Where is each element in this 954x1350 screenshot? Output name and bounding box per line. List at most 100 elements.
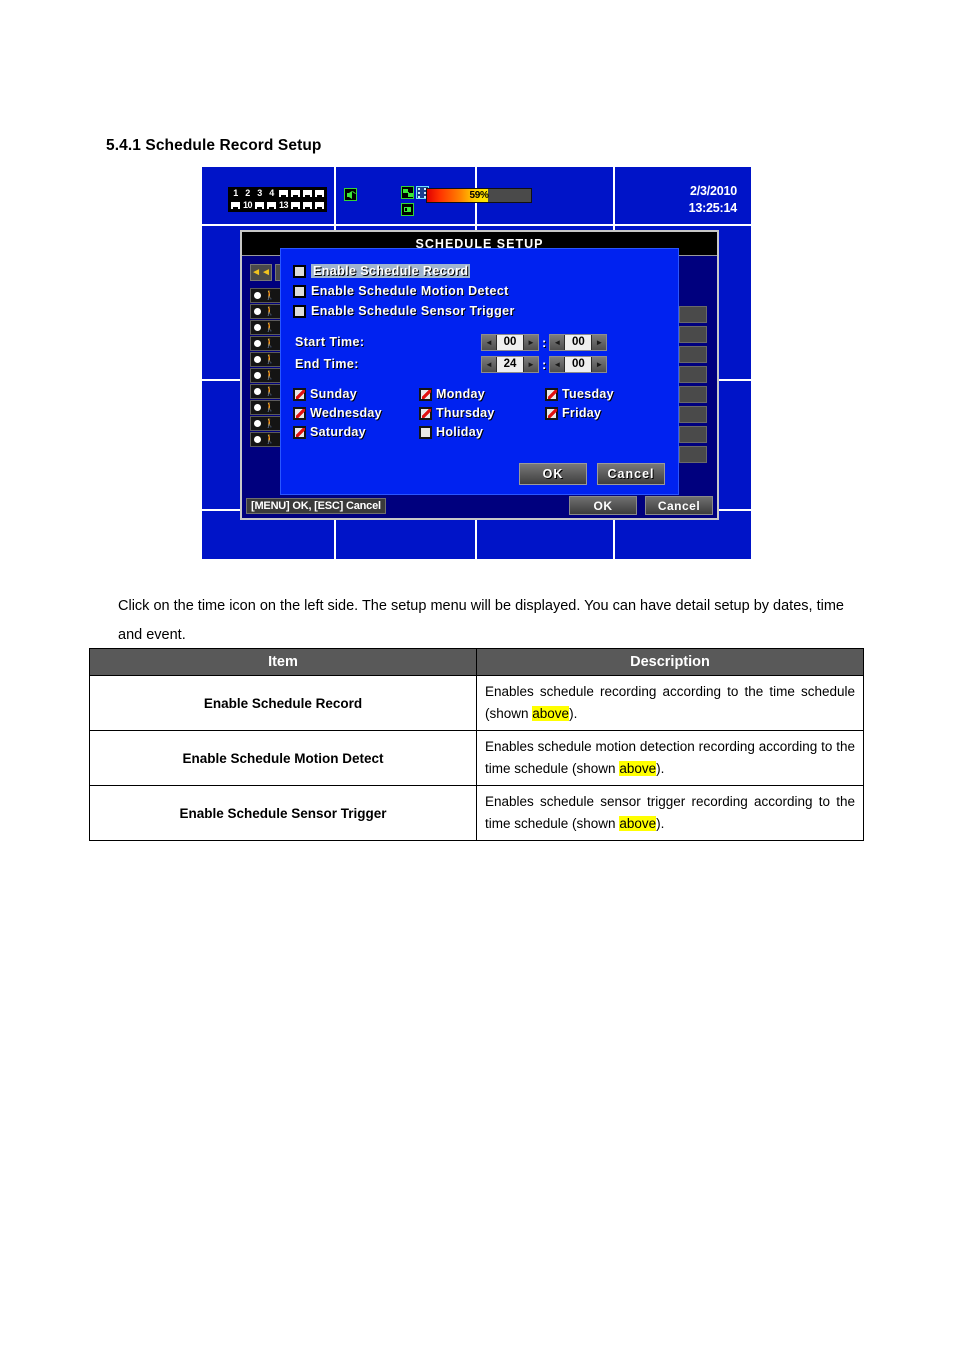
checkbox-holiday[interactable] (419, 425, 432, 439)
background-ok-button[interactable]: OK (569, 496, 637, 515)
table-header-row: Item Description (89, 648, 864, 676)
grid-divider-h1 (202, 224, 751, 226)
schedule-slot[interactable] (679, 446, 707, 463)
start-minute-value[interactable]: 00 (564, 334, 593, 350)
checkbox-sunday[interactable] (293, 387, 306, 401)
channel-label-2: 2 (245, 188, 250, 198)
option-label: Enable Schedule Record (311, 264, 471, 278)
option-enable-schedule-record[interactable]: Enable Schedule Record (293, 261, 678, 281)
motion-person-icon: 🚶 (264, 434, 276, 444)
column-header-item: Item (89, 648, 477, 676)
start-time-row: Start Time: ◄ 00 ► : ◄ 00 ► (295, 331, 678, 353)
end-minute-value[interactable]: 00 (564, 356, 593, 372)
channel-box-15 (302, 201, 313, 210)
hdd-usage-progress-bar: 59% (426, 188, 532, 203)
chevron-right-icon[interactable]: ► (592, 334, 607, 350)
day-sunday[interactable]: Sunday (293, 387, 419, 401)
table-row: Enable Schedule Sensor Trigger Enables s… (89, 785, 864, 841)
option-label: Enable Schedule Motion Detect (311, 284, 509, 298)
day-holiday[interactable]: Holiday (419, 425, 545, 439)
channel-box-11 (254, 201, 265, 210)
background-cancel-button[interactable]: Cancel (645, 496, 713, 515)
checkbox-wednesday[interactable] (293, 406, 306, 420)
schedule-slot[interactable] (679, 346, 707, 363)
end-hour-stepper[interactable]: ◄ 24 ► (481, 355, 539, 373)
day-monday[interactable]: Monday (419, 387, 545, 401)
end-hour-value[interactable]: 24 (496, 356, 524, 372)
channel-box-8 (314, 189, 325, 198)
channel-label-4: 4 (269, 188, 274, 198)
channel-box-7 (302, 189, 313, 198)
start-hour-stepper[interactable]: ◄ 00 ► (481, 333, 539, 351)
schedule-right-list (679, 306, 707, 463)
dialog-buttons: OK Cancel (519, 463, 665, 485)
day-friday[interactable]: Friday (545, 406, 665, 420)
checkbox-tuesday[interactable] (545, 387, 558, 401)
chevron-right-icon[interactable]: ► (524, 356, 538, 372)
motion-person-icon: 🚶 (264, 290, 276, 300)
checkbox-monday[interactable] (419, 387, 432, 401)
column-header-description: Description (476, 648, 864, 676)
dvr-screenshot: 1 2 3 4 10 13 59% 2/3/2010 13:25:14 SCHE… (202, 167, 751, 559)
start-hour-value[interactable]: 00 (496, 334, 524, 350)
schedule-slot[interactable] (679, 406, 707, 423)
checkbox-enable-schedule-motion-detect[interactable] (293, 284, 306, 298)
day-thursday[interactable]: Thursday (419, 406, 545, 420)
schedule-window-buttons: OK Cancel (569, 496, 713, 515)
checkbox-enable-schedule-record[interactable] (293, 264, 306, 278)
end-time-label: End Time: (295, 357, 359, 371)
day-label: Sunday (310, 387, 357, 401)
checkbox-saturday[interactable] (293, 425, 306, 439)
day-label: Friday (562, 406, 602, 420)
channel-box-16 (314, 201, 325, 210)
record-dot-icon (254, 388, 261, 395)
dialog-ok-button[interactable]: OK (519, 463, 587, 485)
record-dot-icon (254, 340, 261, 347)
channel-box-9 (230, 201, 241, 210)
day-saturday[interactable]: Saturday (293, 425, 419, 439)
channel-row-2: 10 13 (230, 200, 325, 211)
desc-text-highlight: above (532, 706, 570, 721)
record-dot-icon (254, 308, 261, 315)
schedule-slot[interactable] (679, 366, 707, 383)
schedule-slot[interactable] (679, 306, 707, 323)
desc-text-highlight: above (619, 816, 657, 831)
schedule-slot[interactable] (679, 326, 707, 343)
checkbox-friday[interactable] (545, 406, 558, 420)
day-wednesday[interactable]: Wednesday (293, 406, 419, 420)
start-minute-stepper[interactable]: ◄ 00 ► (549, 333, 608, 351)
end-time-row: End Time: ◄ 24 ► : ◄ 00 ► (295, 353, 678, 375)
speaker-mute-icon (344, 188, 357, 201)
motion-person-icon: 🚶 (264, 370, 276, 380)
checkbox-enable-schedule-sensor-trigger[interactable] (293, 304, 306, 318)
option-enable-schedule-sensor-trigger[interactable]: Enable Schedule Sensor Trigger (293, 301, 678, 321)
schedule-slot[interactable] (679, 426, 707, 443)
table-cell-item: Enable Schedule Motion Detect (89, 730, 477, 786)
record-dot-icon (254, 404, 261, 411)
rewind-icon[interactable]: ◄◄ (250, 264, 272, 281)
hdd-icon (401, 203, 414, 216)
chevron-right-icon[interactable]: ► (524, 334, 538, 350)
time-settings-section: Start Time: ◄ 00 ► : ◄ 00 ► End Time: ◄ … (281, 331, 678, 375)
motion-person-icon: 🚶 (264, 386, 276, 396)
keyboard-hint: [MENU] OK, [ESC] Cancel (246, 497, 386, 514)
chevron-left-icon[interactable]: ◄ (550, 334, 565, 350)
dialog-cancel-button[interactable]: Cancel (597, 463, 665, 485)
checkbox-thursday[interactable] (419, 406, 432, 420)
chevron-left-icon[interactable]: ◄ (550, 356, 565, 372)
chevron-right-icon[interactable]: ► (592, 356, 607, 372)
option-enable-schedule-motion-detect[interactable]: Enable Schedule Motion Detect (293, 281, 678, 301)
motion-person-icon: 🚶 (264, 402, 276, 412)
record-dot-icon (254, 372, 261, 379)
day-tuesday[interactable]: Tuesday (545, 387, 665, 401)
date-text: 2/3/2010 (689, 184, 737, 198)
chevron-left-icon[interactable]: ◄ (482, 334, 496, 350)
channel-label-1: 1 (233, 188, 238, 198)
chevron-left-icon[interactable]: ◄ (482, 356, 496, 372)
schedule-record-dialog: Enable Schedule Record Enable Schedule M… (280, 248, 679, 495)
channel-box-14 (290, 201, 301, 210)
desc-text-post: ). (656, 816, 665, 831)
desc-text-pre: Enables schedule sensor trigger recordin… (485, 794, 855, 831)
end-minute-stepper[interactable]: ◄ 00 ► (549, 355, 608, 373)
schedule-slot[interactable] (679, 386, 707, 403)
